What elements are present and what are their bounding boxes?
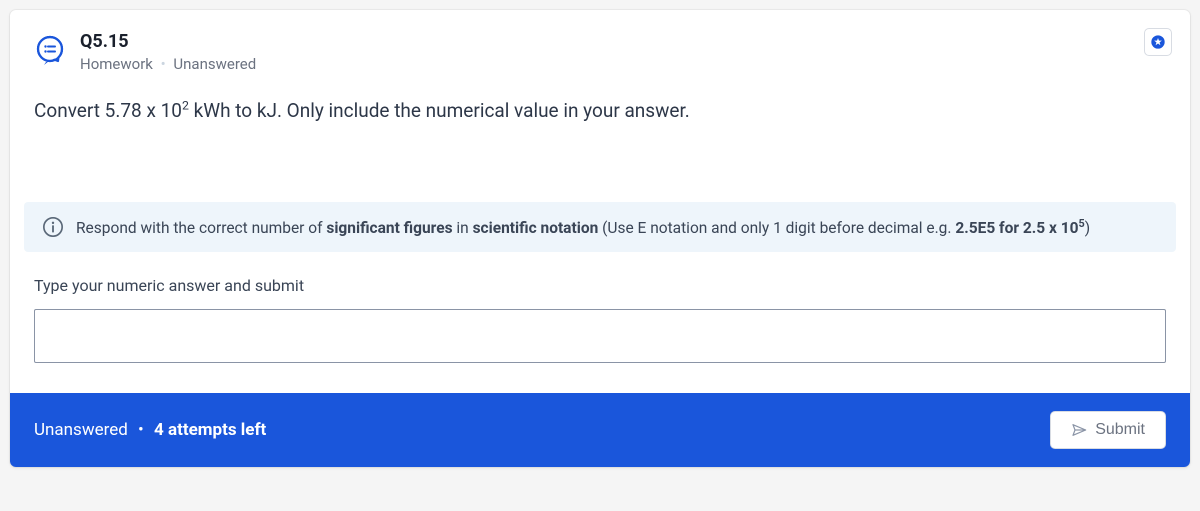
prompt-prefix: Convert 5.78 x 10 (34, 99, 182, 122)
answer-input[interactable] (34, 309, 1166, 363)
footer-dot: • (138, 420, 144, 440)
footer-status: Unanswered • 4 attempts left (34, 420, 266, 440)
question-meta: Q5.15 Homework • Unanswered (80, 30, 256, 73)
prompt-suffix: kWh to kJ. Only include the numerical va… (189, 99, 690, 122)
answer-section: Type your numeric answer and submit (10, 252, 1190, 393)
info-banner: Respond with the correct number of signi… (24, 202, 1176, 252)
card-footer: Unanswered • 4 attempts left Submit (10, 393, 1190, 467)
card-header: Q5.15 Homework • Unanswered (10, 10, 1190, 83)
footer-status-text: Unanswered (34, 420, 128, 440)
attempts-count: 4 (154, 420, 164, 440)
star-icon (1150, 34, 1166, 50)
prompt-exponent: 2 (182, 100, 189, 114)
question-status: Unanswered (173, 55, 256, 73)
separator-dot: • (161, 55, 166, 73)
question-category: Homework (80, 55, 153, 73)
info-text: Respond with the correct number of signi… (76, 217, 1090, 237)
question-tags: Homework • Unanswered (80, 55, 256, 73)
question-card: Q5.15 Homework • Unanswered Convert 5.78… (10, 10, 1190, 467)
submit-label: Submit (1095, 421, 1145, 439)
question-prompt: Convert 5.78 x 102 kWh to kJ. Only inclu… (34, 97, 1166, 126)
bookmark-button[interactable] (1144, 28, 1172, 56)
info-icon (42, 216, 64, 238)
question-body: Convert 5.78 x 102 kWh to kJ. Only inclu… (10, 83, 1190, 156)
attempts-suffix: attempts left (164, 420, 267, 440)
submit-button[interactable]: Submit (1050, 411, 1166, 449)
question-number: Q5.15 (80, 30, 256, 53)
answer-label: Type your numeric answer and submit (34, 276, 1166, 295)
question-type-icon (34, 34, 66, 66)
send-icon (1071, 422, 1087, 438)
